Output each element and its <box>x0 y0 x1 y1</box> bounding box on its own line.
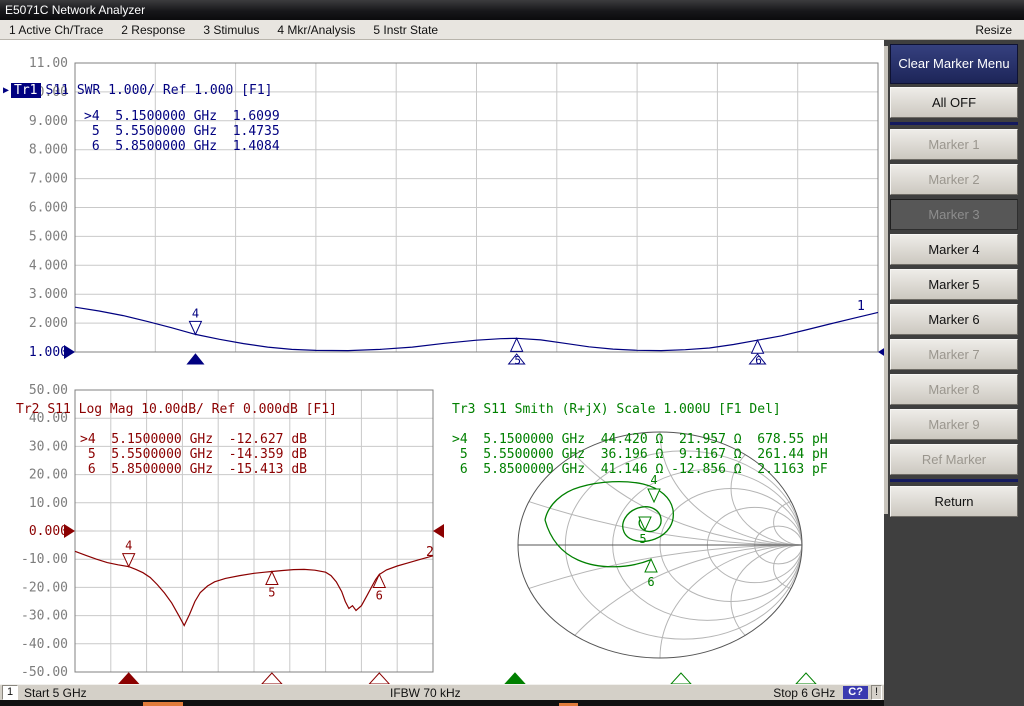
svg-text:10.00: 10.00 <box>29 496 68 511</box>
tr3-title: S11 Smith (R+jX) Scale 1.000U [F1 Del] <box>483 402 780 417</box>
svg-text:30.00: 30.00 <box>29 439 68 454</box>
svg-text:5.000: 5.000 <box>29 229 68 244</box>
start-frequency: Start 5 GHz <box>24 686 87 700</box>
svg-text:8.000: 8.000 <box>29 143 68 158</box>
svg-text:7.000: 7.000 <box>29 172 68 187</box>
menu-mkr-analysis[interactable]: 4 Mkr/Analysis <box>268 23 364 37</box>
svg-text:20.00: 20.00 <box>29 468 68 483</box>
softkey-marker-1: Marker 1 <box>890 129 1018 160</box>
svg-text:6: 6 <box>647 575 654 589</box>
marker-readout-row: 6 5.8500000 GHz 41.146 Ω -12.856 Ω 2.116… <box>452 462 828 477</box>
marker-readout-row: >4 5.1500000 GHz 1.6099 <box>84 109 280 124</box>
svg-text:-50.00: -50.00 <box>21 665 68 680</box>
menu-resize[interactable]: Resize <box>963 23 1024 37</box>
svg-text:5: 5 <box>268 585 275 599</box>
svg-text:3.000: 3.000 <box>29 287 68 302</box>
softkey-group-separator <box>890 479 1018 482</box>
svg-text:9.000: 9.000 <box>29 114 68 129</box>
svg-text:4: 4 <box>125 539 132 553</box>
softkey-group-separator <box>890 122 1018 125</box>
svg-text:-20.00: -20.00 <box>21 580 68 595</box>
softkey-marker-7: Marker 7 <box>890 339 1018 370</box>
marker-readout-row: 5 5.5500000 GHz 1.4735 <box>84 124 280 139</box>
window-title: E5071C Network Analyzer <box>5 3 145 17</box>
softkey-marker-4[interactable]: Marker 4 <box>890 234 1018 265</box>
tr2-title: S11 Log Mag 10.00dB/ Ref 0.000dB [F1] <box>47 402 337 417</box>
status-bar: 1 Start 5 GHz IFBW 70 kHz Stop 6 GHz C? … <box>0 684 884 700</box>
svg-text:2: 2 <box>426 545 434 560</box>
svg-text:6.000: 6.000 <box>29 201 68 216</box>
bottom-edge <box>0 700 884 706</box>
tr2-badge: Tr2 <box>16 402 39 417</box>
menu-bar: 1 Active Ch/Trace 2 Response 3 Stimulus … <box>0 20 1024 40</box>
softkey-ref-marker: Ref Marker <box>890 444 1018 475</box>
softkey-marker-3[interactable]: Marker 3 <box>890 199 1018 230</box>
svg-text:1: 1 <box>857 299 865 314</box>
channel-number-box: 1 <box>2 685 18 700</box>
softkey-all-off[interactable]: All OFF <box>890 87 1018 118</box>
marker-readout-row: >4 5.1500000 GHz -12.627 dB <box>80 432 307 447</box>
softkey-marker-5[interactable]: Marker 5 <box>890 269 1018 300</box>
marker-readout-row: 6 5.8500000 GHz 1.4084 <box>84 139 280 154</box>
softkey-marker-8: Marker 8 <box>890 374 1018 405</box>
tr3-trace-tail <box>545 520 650 567</box>
softkey-menu-title: Clear Marker Menu <box>890 44 1018 84</box>
correction-badge: C? <box>843 686 868 699</box>
svg-text:-10.00: -10.00 <box>21 552 68 567</box>
softkey-menu: Clear Marker Menu All OFF Marker 1 Marker … <box>884 40 1024 706</box>
tr1-badge: Tr1 <box>11 83 40 98</box>
svg-text:11.00: 11.00 <box>29 56 68 71</box>
svg-text:4: 4 <box>192 306 199 320</box>
svg-text:5: 5 <box>514 354 521 367</box>
marker-readout-row: 5 5.5500000 GHz -14.359 dB <box>80 447 307 462</box>
svg-text:-30.00: -30.00 <box>21 609 68 624</box>
menu-active-ch-trace[interactable]: 1 Active Ch/Trace <box>0 23 112 37</box>
softkey-gutter <box>884 46 888 514</box>
ifbw-readout: IFBW 70 kHz <box>390 686 461 700</box>
menu-instr-state[interactable]: 5 Instr State <box>364 23 447 37</box>
tr2-header[interactable]: Tr2 S11 Log Mag 10.00dB/ Ref 0.000dB [F1… <box>16 402 337 417</box>
svg-text:50.00: 50.00 <box>29 383 68 398</box>
alert-badge: ! <box>871 685 882 700</box>
svg-text:6: 6 <box>376 588 383 602</box>
taskbar-peek-left <box>143 702 183 706</box>
svg-text:-40.00: -40.00 <box>21 637 68 652</box>
menu-response[interactable]: 2 Response <box>112 23 194 37</box>
tr2-marker-readout: >4 5.1500000 GHz -12.627 dB 5 5.5500000 … <box>80 432 307 477</box>
svg-text:5: 5 <box>639 532 646 546</box>
tr1-title: S11 SWR 1.000/ Ref 1.000 [F1] <box>46 83 273 98</box>
tr3-header[interactable]: Tr3 S11 Smith (R+jX) Scale 1.000U [F1 De… <box>452 402 781 417</box>
softkey-return[interactable]: Return <box>890 486 1018 517</box>
marker-readout-row: 6 5.8500000 GHz -15.413 dB <box>80 462 307 477</box>
active-trace-arrow-icon: ▶ <box>3 85 9 96</box>
marker-readout-row: 5 5.5500000 GHz 36.196 Ω 9.1167 Ω 261.44… <box>452 447 828 462</box>
tr3-badge: Tr3 <box>452 402 475 417</box>
softkey-marker-6[interactable]: Marker 6 <box>890 304 1018 335</box>
instrument-display: 11.00 10.00 9.000 8.000 7.000 6.000 5.000 4.000… <box>0 40 884 684</box>
tr3-marker-readout: >4 5.1500000 GHz 44.420 Ω 21.957 Ω 678.5… <box>452 432 828 477</box>
window-titlebar[interactable]: E5071C Network Analyzer <box>0 0 1024 20</box>
menu-stimulus[interactable]: 3 Stimulus <box>194 23 268 37</box>
svg-text:2.000: 2.000 <box>29 316 68 331</box>
svg-text:6: 6 <box>755 354 762 367</box>
softkey-marker-2: Marker 2 <box>890 164 1018 195</box>
softkey-marker-9: Marker 9 <box>890 409 1018 440</box>
network-analyzer-window: E5071C Network Analyzer 1 Active Ch/Trac… <box>0 0 1024 706</box>
svg-text:1.000: 1.000 <box>29 345 68 360</box>
stop-frequency: Stop 6 GHz <box>773 686 835 700</box>
tr1-marker-readout: >4 5.1500000 GHz 1.6099 5 5.5500000 GHz … <box>84 109 280 154</box>
svg-text:4.000: 4.000 <box>29 258 68 273</box>
marker-readout-row: >4 5.1500000 GHz 44.420 Ω 21.957 Ω 678.5… <box>452 432 828 447</box>
svg-text:0.000: 0.000 <box>29 524 68 539</box>
tr1-header[interactable]: ▶ Tr1 S11 SWR 1.000/ Ref 1.000 [F1] <box>3 83 273 98</box>
softkey-buttons: All OFF Marker 1 Marker 2 Marker 3 Marker 4 M… <box>890 87 1018 521</box>
